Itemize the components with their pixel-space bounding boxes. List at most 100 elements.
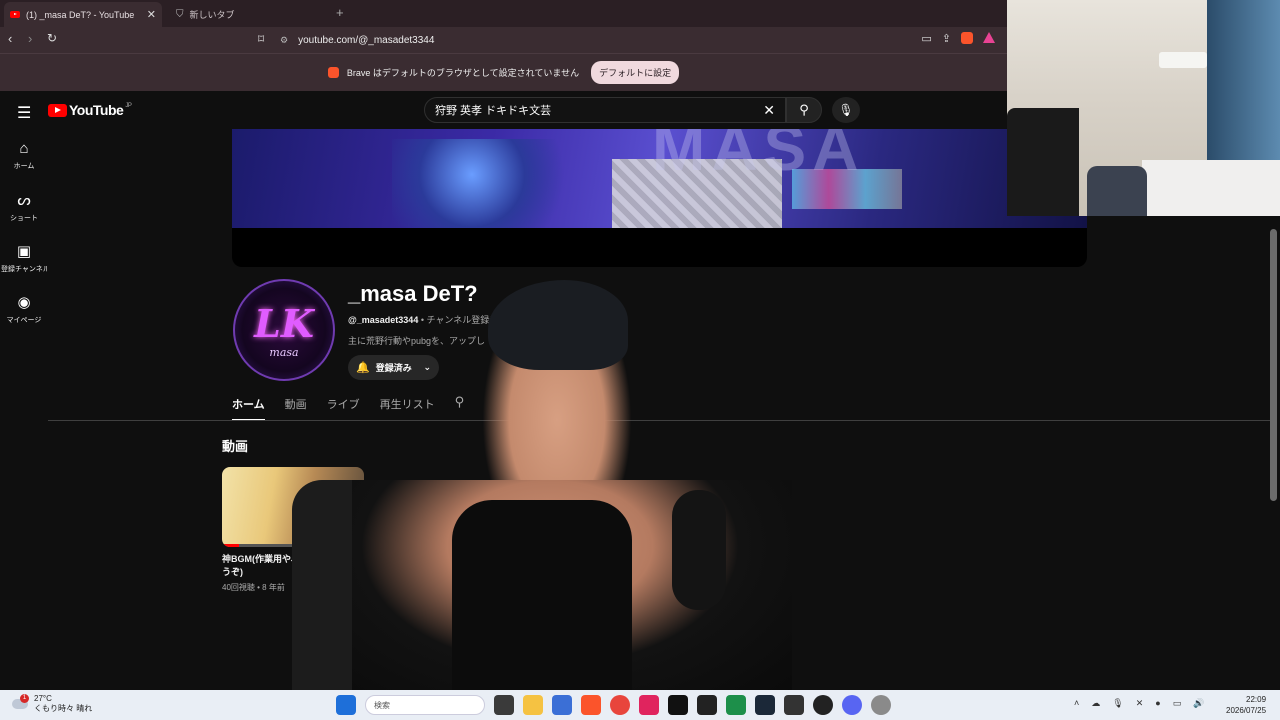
page-scrollbar[interactable] [1270,229,1277,501]
channel-banner: MASA [232,129,1087,267]
steam-icon[interactable] [755,695,775,715]
mic-icon: 🎙 [838,103,854,117]
address-bar[interactable]: ⚙ youtube.com/@_masadet3344 [280,30,1000,50]
store-icon[interactable] [552,695,572,715]
taskbar-apps: 検索 [336,695,891,715]
tab-new-tab[interactable]: ⛉ 新しいタブ [170,2,330,27]
set-default-button[interactable]: デフォルトに設定 [591,61,680,84]
close-icon[interactable]: ✕ [1136,698,1144,709]
sidebar-item-label: マイページ [6,316,42,324]
bookmark-icon[interactable]: ⌑ [258,32,264,46]
clear-search-icon[interactable]: ✕ [763,102,775,119]
chrome-icon[interactable] [610,695,630,715]
tab-home[interactable]: ホーム [232,396,265,421]
air-conditioner [1159,52,1207,68]
brave-rewards-icon[interactable] [983,32,995,43]
tank-top [452,500,632,700]
voice-search-button[interactable]: 🎙 [832,97,860,123]
bed [1142,160,1280,216]
banner-text: MASA [652,129,865,184]
sidebar-item-shorts[interactable]: ᔕ ショート [0,181,48,232]
new-tab-icon[interactable]: + [336,5,344,20]
obs-icon[interactable] [813,695,833,715]
watch-progress-fill [222,544,240,547]
app-icon[interactable] [784,695,804,715]
share-icon[interactable]: ⇪ [942,32,951,45]
mic-tray-icon[interactable]: 🎙 [1112,698,1123,709]
reload-icon[interactable]: ↻ [47,31,57,45]
search-icon: ⚲ [799,102,809,117]
chair [1087,166,1147,216]
tab-youtube[interactable]: (1) _masa DeT? - YouTube ✕ [4,2,162,27]
weather-cloud-icon: 1 [12,694,29,709]
sidebar-item-label: ショート [10,214,38,222]
system-tray: ˄ ☁ 🎙 ✕ ● ▭ 🔊 [1074,698,1204,709]
site-settings-icon[interactable]: ⚙ [280,35,288,46]
search-query: 狩野 英孝 ドキドキ文芸 [435,105,552,117]
notification-badge: 1 [20,694,29,703]
terminal-icon[interactable] [697,695,717,715]
account-icon: ◉ [17,293,31,311]
taskbar-search[interactable]: 検索 [365,695,485,715]
default-browser-infobar: Brave はデフォルトのブラウザとして設定されていません デフォルトに設定 [0,53,1007,91]
region-code: JP [125,103,132,109]
tiktok-icon[interactable] [668,695,688,715]
toolbar-actions: ▭ ⇪ [921,32,995,45]
url-text: youtube.com/@_masadet3344 [298,34,435,46]
brave-shields-icon[interactable] [961,32,973,44]
back-icon[interactable]: ‹ [8,31,12,46]
close-tab-icon[interactable]: ✕ [147,8,156,21]
app-icon[interactable] [726,695,746,715]
clock[interactable]: 22:09 2026/07/25 [1226,694,1266,716]
menu-icon[interactable]: ☰ [17,103,31,123]
browser-tab-bar: (1) _masa DeT? - YouTube ✕ ⛉ 新しいタブ + [0,0,1007,27]
volume-icon[interactable]: 🔊 [1193,698,1204,709]
brave-shield-icon: ⛉ [176,9,184,20]
browser-toolbar: ‹ › ↻ ⌑ ⚙ youtube.com/@_masadet3344 ▭ ⇪ [0,27,1007,53]
sidebar-item-subscriptions[interactable]: ▣ 登録チャンネル [0,232,48,283]
weather-desc: くもり時々 晴れ [34,704,93,713]
infobar-message: Brave はデフォルトのブラウザとして設定されていません [346,68,580,78]
youtube-logo[interactable]: YouTube JP [48,102,132,118]
mini-guide: ⌂ ホーム ᔕ ショート ▣ 登録チャンネル ◉ マイページ [0,130,48,334]
brave-logo-icon [327,67,339,78]
sidebar-item-home[interactable]: ⌂ ホーム [0,130,48,181]
window-curtain [1207,0,1280,160]
cast-icon[interactable]: ▭ [921,32,931,45]
brave-taskbar-icon[interactable] [581,695,601,715]
logo-text: YouTube [69,102,124,118]
banner-figure [392,139,592,228]
dark-corner [1007,108,1079,216]
videos-section-title[interactable]: 動画 [222,436,248,455]
cloud-icon[interactable]: ☁ [1091,698,1100,709]
forward-icon[interactable]: › [28,31,32,46]
chevron-up-icon[interactable]: ˄ [1074,698,1079,709]
app-icon[interactable] [639,695,659,715]
streamer-camera-overlay [292,280,814,700]
tab-title: 新しいタブ [189,10,235,20]
tab-title: (1) _masa DeT? - YouTube [26,9,135,20]
screen: (1) _masa DeT? - YouTube ✕ ⛉ 新しいタブ + ‹ ›… [0,0,1280,720]
date: 2026/07/25 [1226,706,1267,715]
file-explorer-icon[interactable] [523,695,543,715]
sidebar-item-label: ホーム [13,163,35,170]
home-icon: ⌂ [19,140,29,157]
search-button[interactable]: ⚲ [786,97,822,123]
youtube-favicon-icon [10,11,20,18]
microphone [672,490,726,610]
start-icon[interactable] [336,695,356,715]
onedrive-icon[interactable]: ● [1155,698,1160,709]
sidebar-item-you[interactable]: ◉ マイページ [0,283,48,334]
settings-icon[interactable] [871,695,891,715]
weather-widget[interactable]: 1 27°C くもり時々 晴れ [12,694,92,714]
taskbar-search-placeholder: 検索 [374,700,390,710]
discord-icon[interactable] [842,695,862,715]
search-input[interactable]: 狩野 英孝 ドキドキ文芸 ✕ [424,97,786,123]
time: 22:09 [1246,695,1267,704]
sidebar-item-label: 登録チャンネル [1,265,47,273]
task-view-icon[interactable] [494,695,514,715]
subscriptions-icon: ▣ [16,242,32,260]
network-icon[interactable]: ▭ [1173,698,1182,709]
banner-image: MASA [232,129,1087,228]
windows-taskbar: 1 27°C くもり時々 晴れ 検索 ˄ ☁ 🎙 ✕ ● ▭ 🔊 22:09 2… [0,690,1280,720]
